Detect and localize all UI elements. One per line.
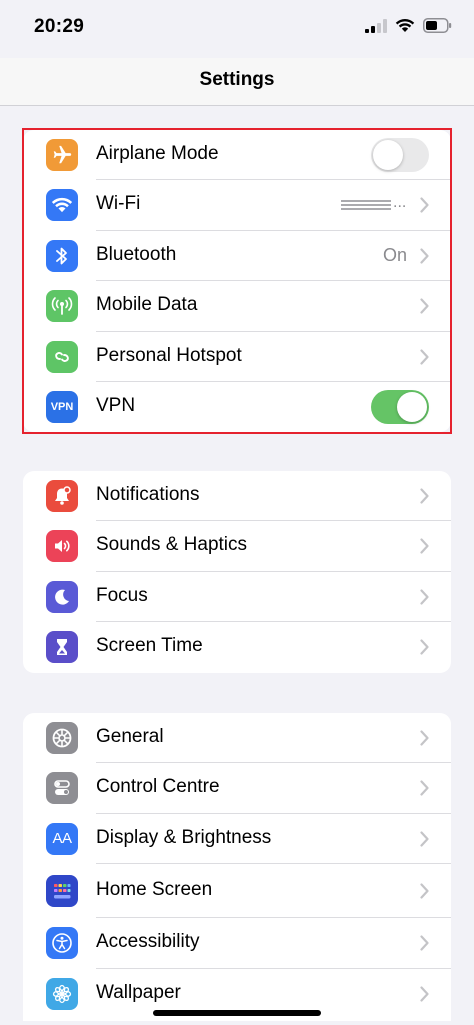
wifi-icon <box>46 189 78 222</box>
settings-row-label: Accessibility <box>96 931 200 953</box>
chevron-right-icon <box>420 348 429 365</box>
settings-row-display-brightness[interactable]: AA Display & Brightness <box>23 814 451 865</box>
chevron-right-icon <box>420 985 429 1002</box>
chevron-right-icon <box>420 589 429 605</box>
settings-row-label: Screen Time <box>96 635 203 657</box>
bluetooth-status-value: On <box>382 244 407 265</box>
home-indicator[interactable] <box>153 1010 321 1016</box>
navigation-bar: Settings <box>0 58 474 106</box>
bell-icon <box>46 480 78 512</box>
chevron-right-icon <box>420 248 429 264</box>
wifi-status-icon <box>395 18 415 32</box>
airplane-icon <box>46 139 78 171</box>
wifi-network-ellipsis: ... <box>393 194 407 212</box>
chevron-right-icon <box>420 197 429 213</box>
settings-row-airplane-mode[interactable]: Airplane Mode <box>23 130 451 181</box>
settings-row-bluetooth[interactable]: Bluetooth On <box>23 231 451 282</box>
antenna-icon <box>46 290 78 323</box>
text-size-icon: AA <box>46 822 78 855</box>
settings-row-label: Display & Brightness <box>96 826 272 848</box>
settings-row-vpn[interactable]: VPN VPN <box>23 382 451 432</box>
status-icons <box>365 18 452 33</box>
status-time: 20:29 <box>34 16 85 37</box>
chevron-right-icon <box>420 780 429 796</box>
chevron-right-icon <box>420 730 429 746</box>
status-bar: 20:29 <box>0 0 474 58</box>
settings-row-notifications[interactable]: Notifications <box>23 471 451 522</box>
settings-row-label: Control Centre <box>96 776 220 798</box>
settings-group-connectivity: Airplane Mode Wi-Fi ... Bluetooth On Mob… <box>23 130 451 433</box>
settings-row-mobile-data[interactable]: Mobile Data <box>23 281 451 332</box>
page-title: Settings <box>199 69 275 90</box>
settings-row-wifi[interactable]: Wi-Fi ... <box>23 180 451 231</box>
settings-row-label: Personal Hotspot <box>96 344 242 366</box>
chevron-right-icon <box>420 538 429 554</box>
airplane-mode-toggle[interactable] <box>371 138 429 172</box>
settings-row-label: Home Screen <box>96 879 213 901</box>
cellular-signal-icon <box>365 18 387 33</box>
chevron-right-icon <box>420 298 429 314</box>
settings-row-focus[interactable]: Focus <box>23 572 451 623</box>
moon-icon <box>46 580 78 613</box>
chevron-right-icon <box>420 883 429 899</box>
settings-row-label: VPN <box>96 394 136 416</box>
settings-row-home-screen[interactable]: Home Screen <box>23 864 451 919</box>
chevron-right-icon <box>420 831 429 847</box>
gear-icon <box>46 722 78 754</box>
chevron-right-icon <box>420 935 429 951</box>
settings-row-label: Bluetooth <box>96 243 177 265</box>
wifi-network-value: ... <box>341 194 407 214</box>
accessibility-icon <box>46 927 78 960</box>
settings-row-accessibility[interactable]: Accessibility <box>23 918 451 969</box>
settings-row-label: General <box>96 726 164 747</box>
switches-icon <box>46 772 78 805</box>
vpn-icon: VPN <box>46 390 78 423</box>
settings-row-personal-hotspot[interactable]: Personal Hotspot <box>23 332 451 382</box>
settings-row-label: Focus <box>96 584 148 606</box>
settings-group-general: General Control Centre AA Display & Brig… <box>23 713 451 1021</box>
settings-row-label: Wi-Fi <box>96 193 141 215</box>
settings-row-label: Wallpaper <box>96 981 181 1003</box>
vpn-toggle[interactable] <box>371 389 429 424</box>
settings-row-sounds-haptics[interactable]: Sounds & Haptics <box>23 521 451 572</box>
settings-row-label: Airplane Mode <box>96 143 219 164</box>
chevron-right-icon <box>420 488 429 504</box>
settings-row-label: Mobile Data <box>96 294 198 316</box>
speaker-icon <box>46 530 78 563</box>
settings-row-label: Sounds & Haptics <box>96 534 248 556</box>
settings-row-label: Notifications <box>96 484 200 505</box>
chevron-right-icon <box>420 639 429 655</box>
battery-icon <box>423 18 452 33</box>
text-size-icon-text: AA <box>52 830 72 848</box>
settings-row-general[interactable]: General <box>23 713 451 764</box>
settings-group-notifications: Notifications Sounds & Haptics Focus Scr… <box>23 471 451 673</box>
vpn-icon-text: VPN <box>50 400 74 413</box>
settings-row-screen-time[interactable]: Screen Time <box>23 622 451 672</box>
bluetooth-icon <box>46 239 78 272</box>
app-grid-icon <box>46 875 78 908</box>
flower-icon <box>46 977 78 1010</box>
hourglass-icon <box>46 631 78 664</box>
hotspot-link-icon <box>46 340 78 373</box>
settings-row-control-centre[interactable]: Control Centre <box>23 763 451 814</box>
